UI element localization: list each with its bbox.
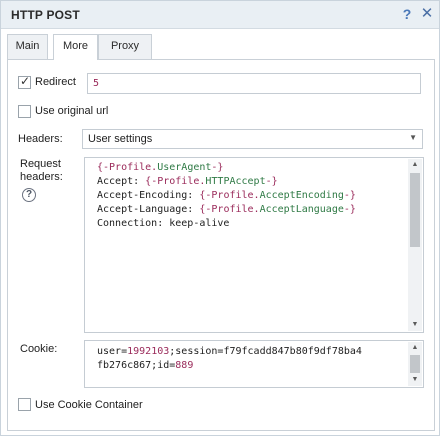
use-cookie-container-checkbox[interactable]: [18, 398, 31, 411]
scroll-down-arrow-icon[interactable]: ▼: [408, 374, 422, 386]
cookie-scrollbar[interactable]: ▲ ▼: [408, 342, 422, 386]
request-headers-scrollbar[interactable]: ▲ ▼: [408, 159, 422, 331]
scroll-up-arrow-icon[interactable]: ▲: [408, 159, 422, 171]
use-cookie-container-label: Use Cookie Container: [35, 399, 143, 411]
redirect-count-input[interactable]: 5: [87, 73, 421, 94]
help-icon[interactable]: ?: [399, 6, 415, 22]
headers-selected-value: User settings: [88, 133, 153, 145]
header-line: Accept: {-Profile.HTTPAccept-}: [97, 176, 278, 187]
redirect-label: Redirect: [35, 76, 76, 88]
scroll-down-arrow-icon[interactable]: ▼: [408, 319, 422, 331]
question-circle-icon[interactable]: ?: [22, 188, 36, 202]
chevron-down-icon: ▼: [409, 133, 417, 142]
headers-label: Headers:: [18, 133, 63, 145]
header-line: Accept-Language: {-Profile.AcceptLanguag…: [97, 204, 356, 215]
header-line: {-Profile.UserAgent-}: [97, 162, 224, 173]
tab-main[interactable]: Main: [7, 34, 48, 59]
tab-proxy[interactable]: Proxy: [98, 34, 152, 59]
headers-select[interactable]: User settings ▼: [82, 129, 423, 149]
scrollbar-thumb[interactable]: [410, 173, 420, 247]
window-title: HTTP POST: [11, 8, 80, 22]
use-original-url-checkbox[interactable]: [18, 105, 31, 118]
scroll-up-arrow-icon[interactable]: ▲: [408, 342, 422, 354]
header-line: Accept-Encoding: {-Profile.AcceptEncodin…: [97, 190, 356, 201]
cookie-textarea[interactable]: user=1992103;session=f79fcadd847b80f9df7…: [84, 340, 424, 388]
cookie-content: user=1992103;session=f79fcadd847b80f9df7…: [97, 345, 407, 373]
title-bar: HTTP POST ? ✕: [1, 1, 439, 29]
tab-more[interactable]: More: [53, 34, 98, 60]
header-line: Connection: keep-alive: [97, 218, 230, 229]
close-icon[interactable]: ✕: [419, 6, 435, 22]
redirect-checkbox[interactable]: ✓: [18, 74, 31, 89]
request-headers-label-line2: headers:: [20, 171, 63, 183]
request-headers-label-line1: Request: [20, 158, 61, 170]
cookie-label: Cookie:: [20, 343, 58, 355]
cookie-line: user=1992103;session=f79fcadd847b80f9df7…: [97, 346, 362, 357]
http-post-window: HTTP POST ? ✕ Main More Proxy ✓ Redirect…: [0, 0, 440, 436]
request-headers-content: {-Profile.UserAgent-} Accept: {-Profile.…: [97, 161, 407, 231]
scrollbar-thumb[interactable]: [410, 355, 420, 373]
checkmark-icon: ✓: [20, 74, 31, 88]
cookie-line: fb276c867;id=889: [97, 360, 194, 371]
request-headers-textarea[interactable]: {-Profile.UserAgent-} Accept: {-Profile.…: [84, 157, 424, 333]
use-original-url-label: Use original url: [35, 105, 109, 117]
